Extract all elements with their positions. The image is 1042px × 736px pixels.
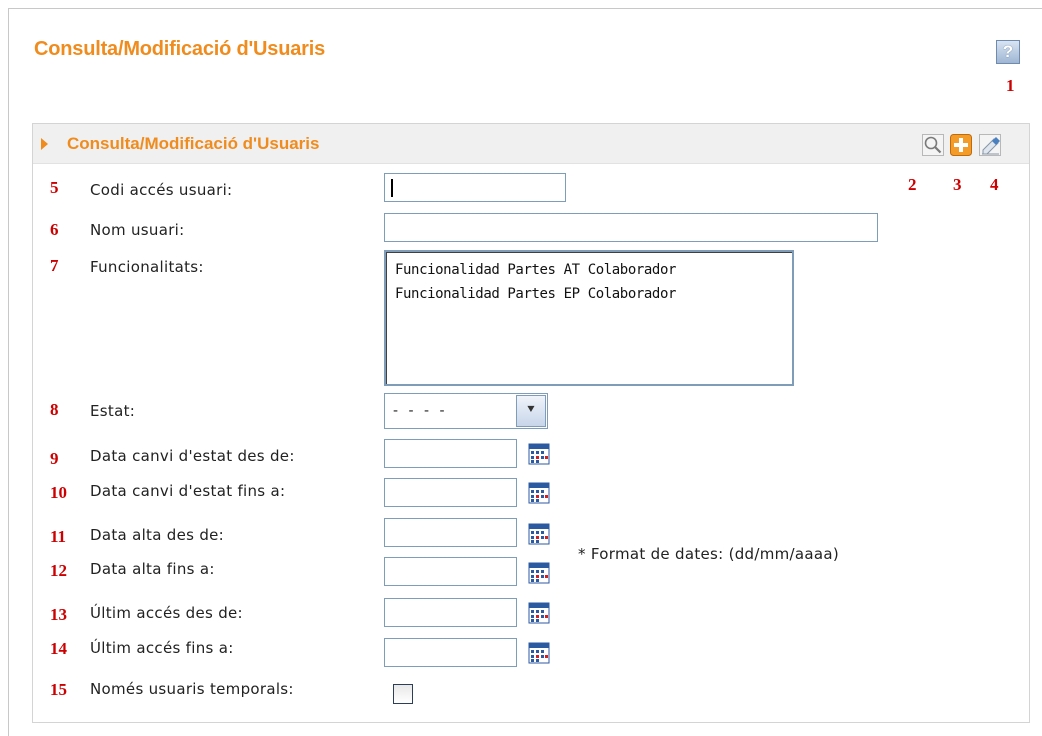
collapse-arrow-icon[interactable] — [41, 138, 48, 150]
callout-14: 14 — [50, 639, 67, 658]
panel-title: Consulta/Modificació d'Usuaris — [67, 134, 320, 153]
estat-select[interactable]: - - - - ⯆ — [384, 393, 548, 429]
callout-7: 7 — [50, 256, 59, 275]
callout-5: 5 — [50, 178, 59, 197]
callout-12: 12 — [50, 561, 67, 580]
temporals-checkbox[interactable] — [393, 684, 413, 704]
alta-desde-input[interactable] — [384, 518, 517, 547]
calendar-icon[interactable] — [528, 602, 550, 624]
callout-4: 4 — [990, 175, 999, 194]
alta-fins-label: Data alta fins a: — [90, 560, 215, 578]
estat-value: - - - - — [393, 403, 448, 419]
acces-desde-label: Últim accés des de: — [90, 604, 243, 622]
calendar-icon[interactable] — [528, 523, 550, 545]
canvi-fins-input[interactable] — [384, 478, 517, 507]
date-format-note: * Format de dates: (dd/mm/aaaa) — [578, 545, 840, 563]
func-label: Funcionalitats: — [90, 258, 204, 276]
temporals-label: Només usuaris temporals: — [90, 680, 294, 698]
list-item[interactable]: Funcionalidad Partes EP Colaborador — [386, 282, 792, 306]
callout-15: 15 — [50, 680, 67, 699]
calendar-icon[interactable] — [528, 482, 550, 504]
callout-9: 9 — [50, 449, 59, 468]
codi-input[interactable] — [384, 173, 566, 202]
nom-input[interactable] — [384, 213, 878, 242]
canvi-desde-input[interactable] — [384, 439, 517, 468]
alta-desde-label: Data alta des de: — [90, 526, 225, 544]
clear-icon[interactable] — [979, 134, 1001, 156]
calendar-icon[interactable] — [528, 562, 550, 584]
codi-label: Codi accés usuari: — [90, 181, 233, 199]
canvi-fins-label: Data canvi d'estat fins a: — [90, 482, 286, 500]
list-item[interactable]: Funcionalidad Partes AT Colaborador — [386, 258, 792, 282]
help-button[interactable]: ? — [996, 40, 1020, 64]
search-icon[interactable] — [922, 134, 944, 156]
page-title: Consulta/Modificació d'Usuaris — [34, 38, 326, 60]
acces-fins-input[interactable] — [384, 638, 517, 667]
callout-11: 11 — [50, 527, 67, 546]
acces-fins-label: Últim accés fins a: — [90, 639, 234, 657]
callout-1: 1 — [1006, 76, 1015, 95]
callout-13: 13 — [50, 605, 67, 624]
callout-6: 6 — [50, 220, 59, 239]
add-icon[interactable] — [950, 134, 972, 156]
panel-header[interactable]: Consulta/Modificació d'Usuaris — [33, 124, 1029, 164]
acces-desde-input[interactable] — [384, 598, 517, 627]
chevron-down-icon[interactable]: ⯆ — [516, 395, 546, 427]
func-listbox[interactable]: Funcionalidad Partes AT Colaborador Func… — [384, 250, 794, 386]
callout-3: 3 — [953, 175, 962, 194]
text-caret — [391, 179, 393, 197]
callout-2: 2 — [908, 175, 917, 194]
nom-label: Nom usuari: — [90, 221, 185, 239]
callout-10: 10 — [50, 483, 67, 502]
estat-label: Estat: — [90, 402, 136, 420]
calendar-icon[interactable] — [528, 642, 550, 664]
callout-8: 8 — [50, 400, 59, 419]
alta-fins-input[interactable] — [384, 557, 517, 586]
func-list: Funcionalidad Partes AT Colaborador Func… — [386, 252, 792, 306]
canvi-desde-label: Data canvi d'estat des de: — [90, 447, 295, 465]
calendar-icon[interactable] — [528, 443, 550, 465]
